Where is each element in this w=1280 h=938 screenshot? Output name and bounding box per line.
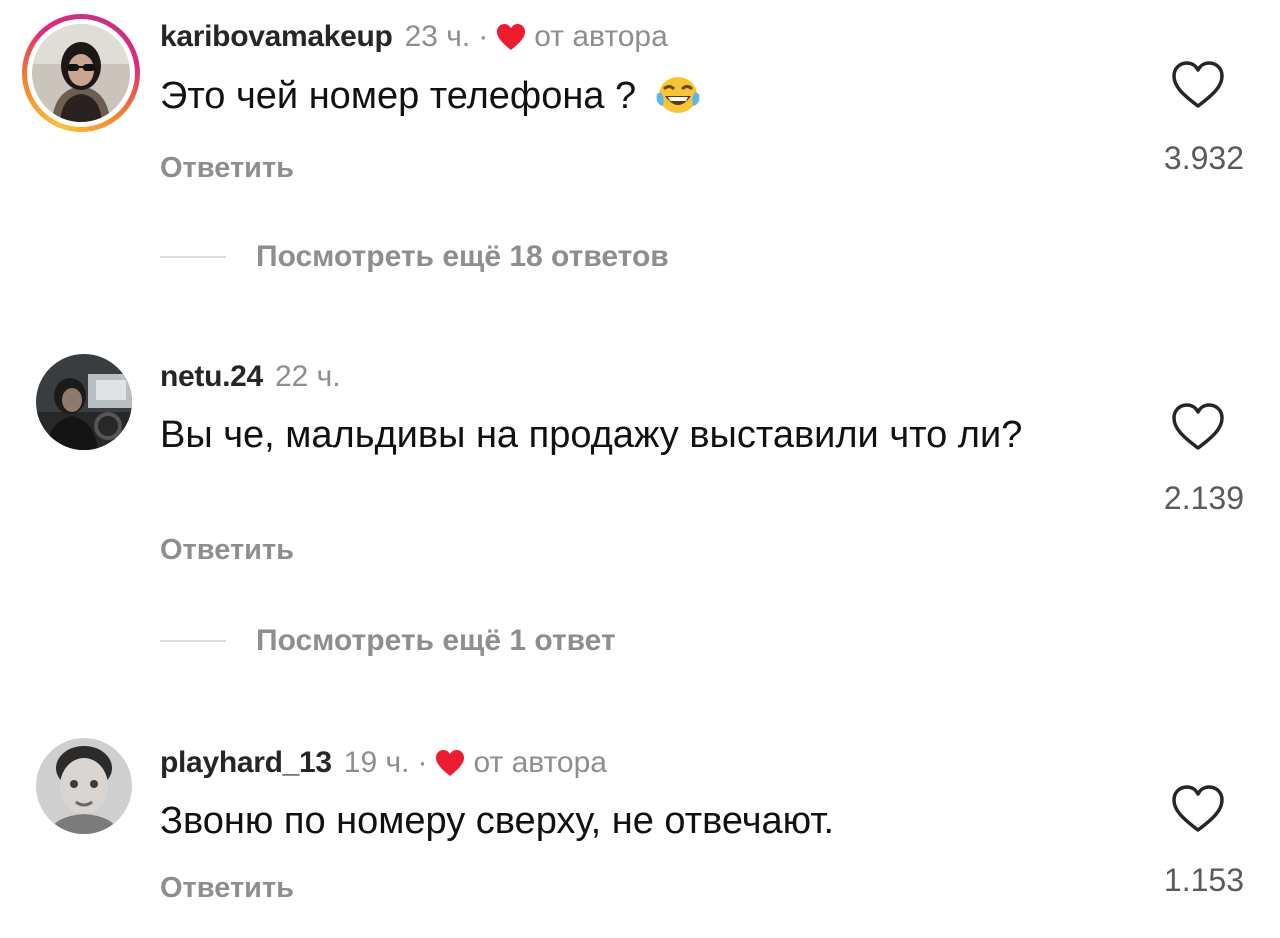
comment-item: netu.24 22 ч. Вы че, мальдивы на продажу… (0, 340, 1280, 680)
avatar[interactable] (36, 354, 132, 450)
comment-meta: karibovamakeup 23 ч. · от автора (160, 20, 668, 54)
author-liked-label: от автора (534, 20, 668, 53)
view-more-replies-label[interactable]: Посмотреть ещё 18 ответов (256, 240, 669, 274)
like-count: 3.932 (1163, 140, 1244, 176)
comment-text: Это чей номер телефона ? (160, 72, 1060, 119)
username[interactable]: playhard_13 (160, 746, 332, 780)
story-ring[interactable] (22, 14, 140, 132)
heart-filled-icon (497, 24, 526, 50)
heart-outline-icon[interactable] (1170, 784, 1226, 834)
timestamp: 19 ч. (343, 746, 410, 779)
view-more-replies[interactable]: Посмотреть ещё 18 ответов (160, 240, 669, 274)
reply-button[interactable]: Ответить (160, 872, 294, 905)
timestamp: 23 ч. (404, 20, 471, 53)
view-more-replies[interactable]: Посмотреть ещё 1 ответ (160, 624, 616, 658)
comment-meta: playhard_13 19 ч. · от автора (160, 746, 607, 780)
comment-text: Вы че, мальдивы на продажу выставили что… (160, 414, 1023, 456)
comment-item: karibovamakeup 23 ч. · от автора Это чей… (0, 0, 1280, 300)
view-more-replies-label[interactable]: Посмотреть ещё 1 ответ (256, 624, 616, 658)
avatar[interactable] (36, 738, 132, 834)
username[interactable]: netu.24 (160, 360, 263, 394)
author-liked-label: от автора (473, 746, 607, 779)
heart-outline-icon[interactable] (1170, 402, 1226, 452)
reply-button[interactable]: Ответить (160, 534, 294, 567)
separator: · (478, 20, 489, 53)
reply-button[interactable]: Ответить (160, 152, 294, 185)
avatar[interactable] (32, 24, 130, 122)
username[interactable]: karibovamakeup (160, 20, 393, 54)
comment-text: Звоню по номеру сверху, не отвечают. (160, 800, 835, 842)
comment-text-body: Это чей номер телефона ? (160, 75, 637, 117)
heart-filled-icon (436, 750, 465, 776)
thread-line (160, 640, 226, 642)
like-count: 2.139 (1163, 480, 1244, 516)
like-count: 1.153 (1163, 862, 1244, 898)
face-with-tears-of-joy-icon (656, 77, 700, 113)
timestamp: 22 ч. (274, 360, 341, 393)
comment-meta: netu.24 22 ч. (160, 360, 341, 394)
separator: · (417, 746, 428, 779)
comment-item: playhard_13 19 ч. · от автора Звоню по н… (0, 726, 1280, 938)
heart-outline-icon[interactable] (1170, 60, 1226, 110)
thread-line (160, 256, 226, 258)
